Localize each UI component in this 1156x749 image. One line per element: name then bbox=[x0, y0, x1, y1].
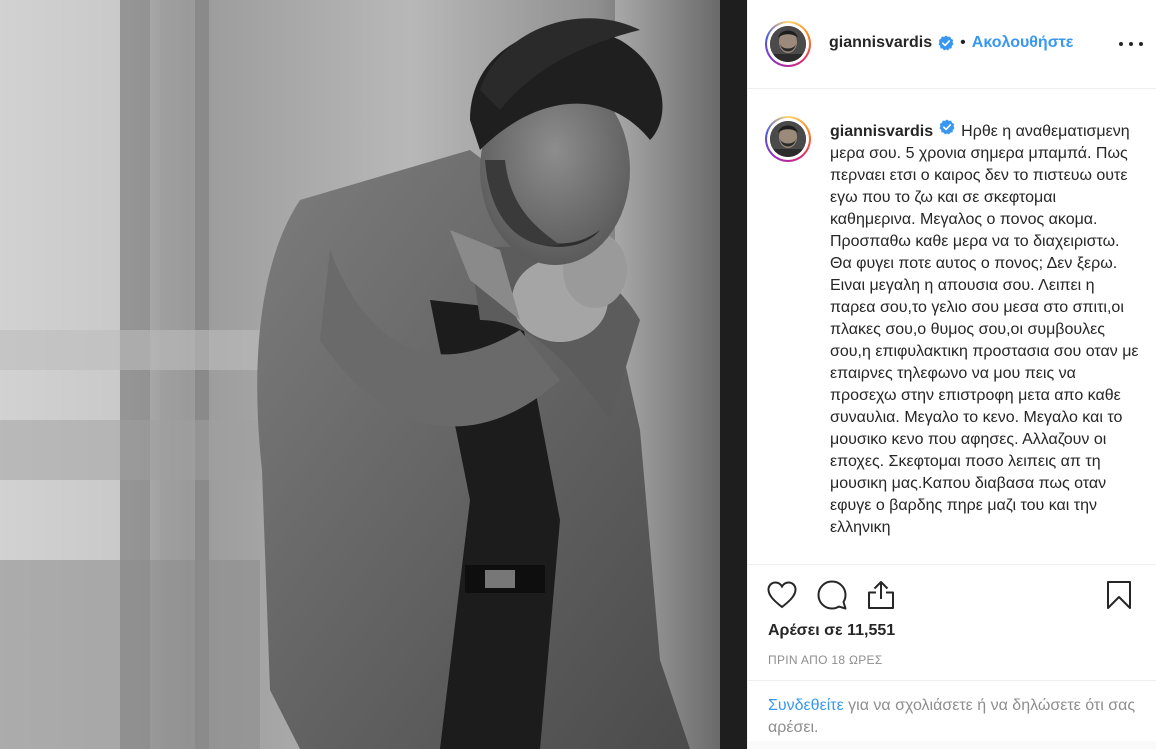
author-username[interactable]: giannisvardis bbox=[829, 34, 932, 52]
caption-author-avatar[interactable] bbox=[765, 116, 811, 162]
caption-area: giannisvardis Ηρθε η αναθεματισμενη μερα … bbox=[748, 89, 1156, 564]
post-photo-image bbox=[0, 0, 747, 749]
post-timestamp[interactable]: ΠΡΙΝ ΑΠΟ 18 ΩΡΕΣ bbox=[768, 653, 883, 667]
header-user-info: giannisvardis • Ακολουθήστε bbox=[829, 34, 1073, 52]
verified-badge-icon bbox=[939, 119, 955, 135]
verified-badge-icon bbox=[938, 35, 954, 51]
caption-username[interactable]: giannisvardis bbox=[830, 123, 933, 140]
login-link[interactable]: Συνδεθείτε bbox=[768, 697, 844, 714]
more-dot bbox=[1139, 42, 1143, 46]
post-photo[interactable] bbox=[0, 0, 747, 749]
more-options-icon[interactable] bbox=[1119, 34, 1143, 54]
instagram-post: giannisvardis • Ακολουθήστε giannisvardi… bbox=[0, 0, 1156, 749]
author-avatar[interactable] bbox=[765, 21, 811, 67]
bookmark-icon[interactable] bbox=[1103, 579, 1135, 611]
comment-icon[interactable] bbox=[816, 579, 848, 611]
caption-text: giannisvardis Ηρθε η αναθεματισμενη μερα … bbox=[830, 119, 1142, 539]
heart-icon[interactable] bbox=[766, 579, 798, 611]
share-icon[interactable] bbox=[865, 579, 897, 611]
post-side-panel: giannisvardis • Ακολουθήστε giannisvardi… bbox=[747, 0, 1156, 749]
more-dot bbox=[1119, 42, 1123, 46]
follow-button[interactable]: Ακολουθήστε bbox=[972, 34, 1074, 52]
login-prompt: Συνδεθείτε για να σχολιάσετε ή να δηλώσε… bbox=[748, 680, 1156, 749]
post-header: giannisvardis • Ακολουθήστε bbox=[748, 0, 1156, 89]
bottom-strip bbox=[748, 741, 1156, 749]
likes-count[interactable]: Αρέσει σε 11,551 bbox=[768, 622, 895, 640]
caption-body: Ηρθε η αναθεματισμενη μερα σου. 5 χρονια… bbox=[830, 123, 1139, 536]
caption-author-avatar-image bbox=[770, 121, 806, 157]
more-dot bbox=[1129, 42, 1133, 46]
author-avatar-image bbox=[770, 26, 806, 62]
header-separator: • bbox=[960, 34, 966, 51]
